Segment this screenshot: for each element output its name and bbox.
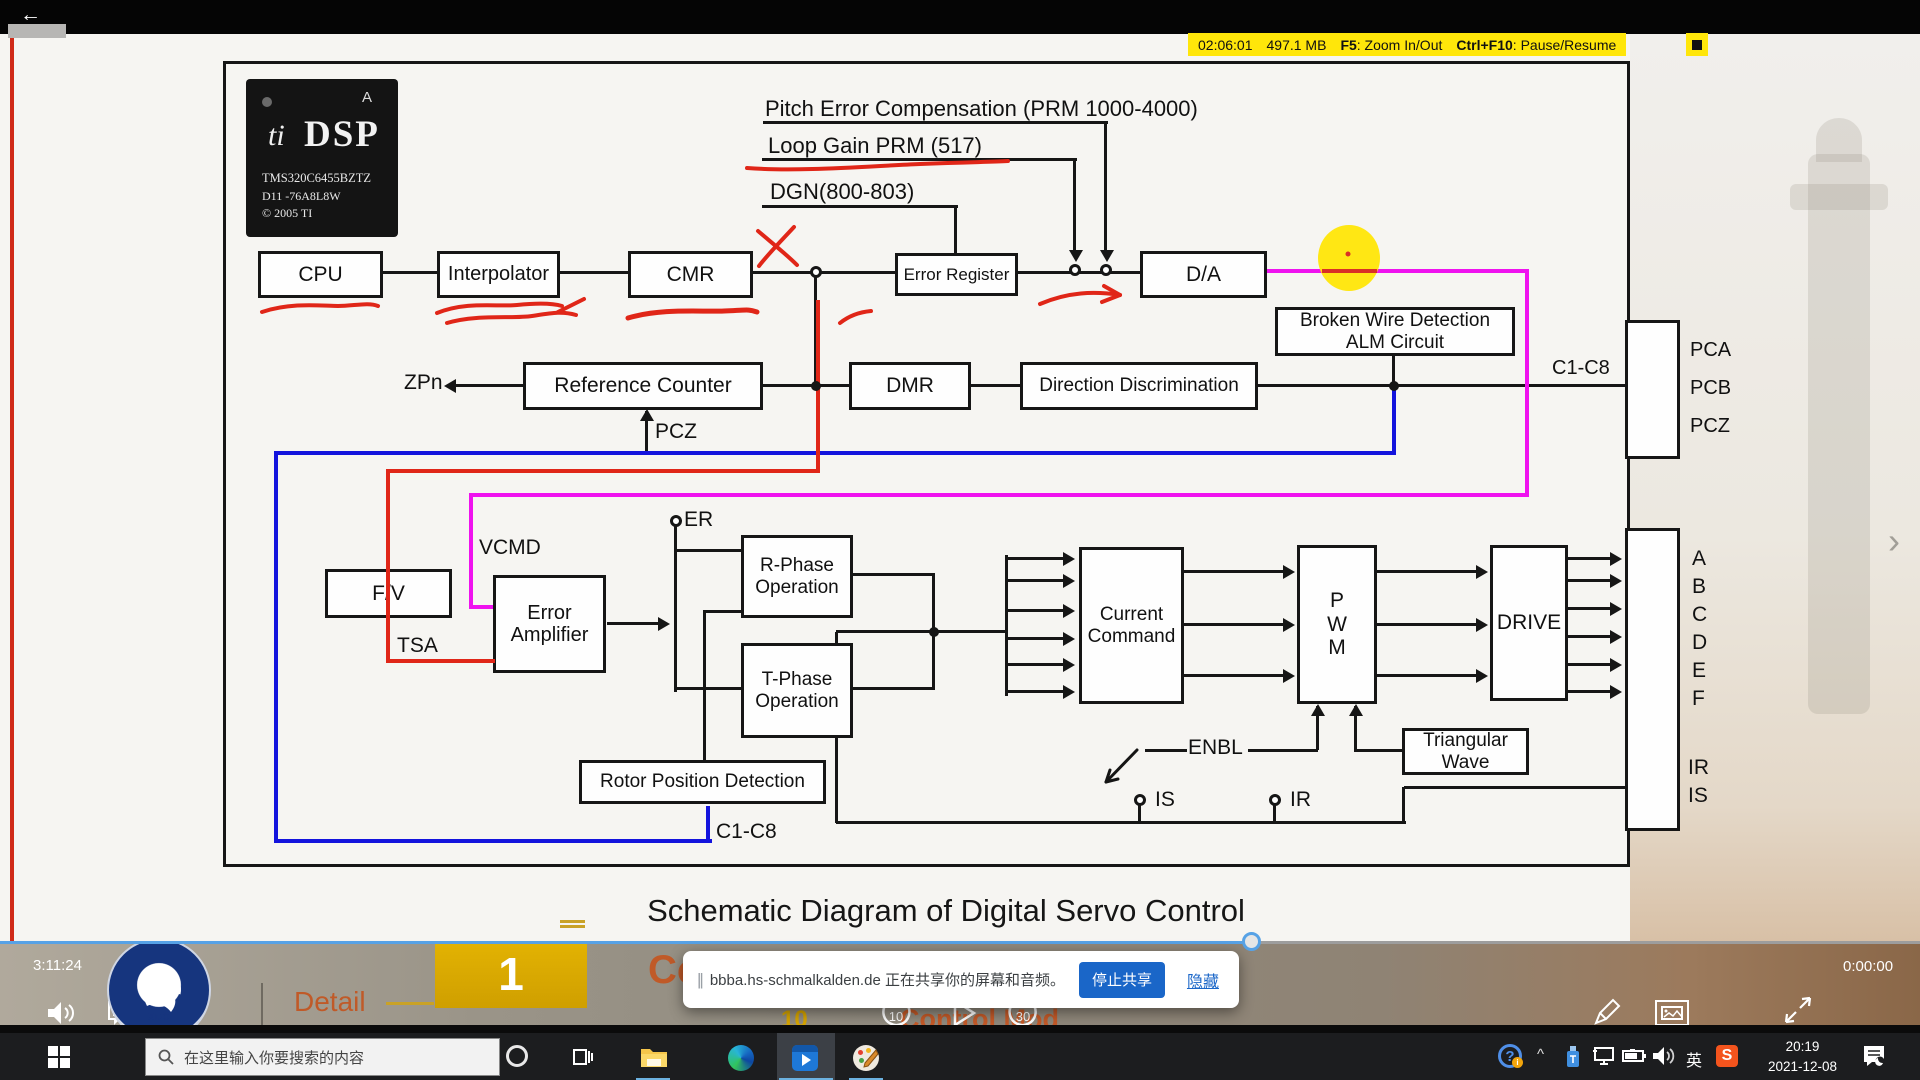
slide-title: Schematic Diagram of Digital Servo Contr… — [596, 893, 1296, 929]
progress-bar-remaining[interactable] — [1251, 941, 1920, 944]
screen: › ← 02:06:01 497.1 MB F5: Zoom In/Out Ct… — [0, 0, 1920, 1080]
show-hidden-icons-chevron[interactable]: ^ — [1537, 1046, 1544, 1063]
sogou-input-icon[interactable]: S — [1716, 1045, 1738, 1067]
cortana-button[interactable] — [506, 1045, 528, 1067]
yellow-highlight — [1318, 225, 1380, 291]
red-underline-cpu — [262, 304, 378, 312]
paint-icon[interactable] — [853, 1045, 879, 1071]
video-bottom-edge — [0, 1025, 1920, 1033]
clock-date: 2021-12-08 — [1755, 1057, 1850, 1077]
gold-connector-line — [386, 1002, 434, 1005]
taskbar-clock[interactable]: 20:19 2021-12-08 — [1755, 1037, 1850, 1076]
play-glyph — [802, 1054, 811, 1066]
stop-sharing-button[interactable]: 停止共享 — [1079, 962, 1165, 998]
svg-text:10: 10 — [889, 1009, 903, 1024]
svg-text:30: 30 — [1016, 1009, 1030, 1024]
elapsed-time: 3:11:24 — [33, 957, 82, 974]
progress-bar-elapsed[interactable] — [0, 941, 1251, 944]
language-indicator[interactable]: 英 — [1686, 1047, 1702, 1071]
remaining-time: 0:00:00 — [1843, 958, 1893, 975]
speaker-tray-icon[interactable] — [1652, 1046, 1676, 1066]
battery-tray-icon[interactable] — [1622, 1049, 1646, 1063]
search-placeholder: 在这里输入你要搜索的内容 — [184, 1047, 364, 1068]
taskbar-search-input[interactable]: 在这里输入你要搜索的内容 — [145, 1038, 500, 1076]
usb-tray-icon[interactable] — [1562, 1045, 1584, 1069]
clock-time: 20:19 — [1755, 1037, 1850, 1057]
school-logo: XDC — [107, 942, 211, 1027]
edge-browser-icon[interactable] — [728, 1045, 754, 1071]
pencil-button[interactable] — [1592, 997, 1622, 1027]
file-explorer-icon[interactable] — [640, 1046, 668, 1070]
slide-gold-rule — [560, 920, 585, 923]
notification-center-icon[interactable] — [1862, 1045, 1886, 1067]
dialog-drag-handle[interactable]: || — [697, 970, 702, 990]
help-tray-icon[interactable]: ?i — [1498, 1044, 1522, 1068]
share-status-text: bbba.hs-schmalkalden.de 正在共享你的屏幕和音频。 — [710, 969, 1065, 990]
volume-button[interactable] — [46, 1000, 76, 1026]
hide-dialog-link[interactable]: 隐藏 — [1187, 968, 1219, 992]
network-tray-icon[interactable] — [1592, 1047, 1616, 1067]
search-icon — [158, 1049, 174, 1065]
slide-gold-rule — [560, 925, 585, 928]
video-player-icon[interactable] — [792, 1045, 818, 1071]
start-button[interactable] — [48, 1046, 70, 1068]
section-number-badge: 1 — [435, 942, 587, 1008]
clapper-strip — [792, 1045, 818, 1052]
task-view-button[interactable] — [573, 1047, 593, 1067]
progress-handle[interactable] — [1242, 932, 1261, 951]
screen-share-dialog: || bbba.hs-schmalkalden.de 正在共享你的屏幕和音频。 … — [683, 951, 1239, 1008]
subsection-number-partial: 10 — [781, 1006, 808, 1027]
image-nav-button[interactable] — [1655, 1000, 1689, 1026]
collapse-expand-button[interactable] — [1784, 996, 1812, 1024]
logo-text: XDC — [148, 1012, 170, 1022]
info-badge: i — [1512, 1057, 1523, 1068]
detail-label: Detail — [294, 986, 366, 1018]
band-divider — [261, 983, 263, 1027]
enbl-switch-arrow — [1106, 750, 1137, 782]
